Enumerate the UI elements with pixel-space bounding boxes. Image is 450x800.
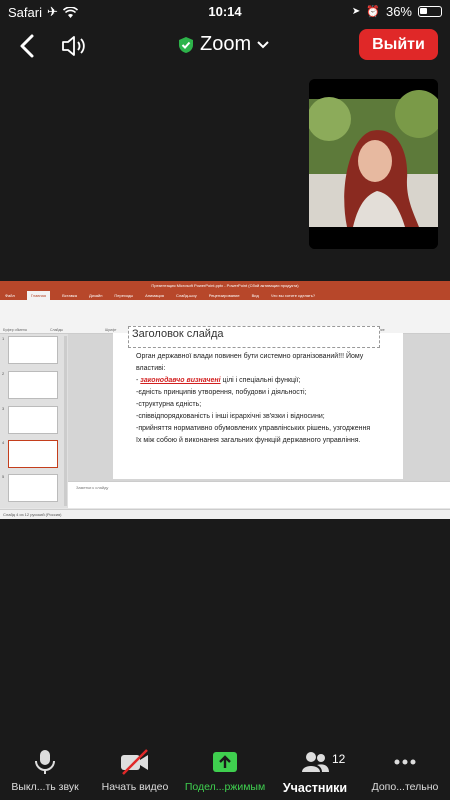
slide-thumbnail (8, 406, 58, 434)
ribbon-tab: Вставка (62, 293, 77, 298)
slide-thumbnail-selected (8, 440, 58, 468)
share-screen-icon (213, 752, 237, 772)
participant-video-thumbnail[interactable] (309, 79, 438, 249)
microphone-icon (35, 750, 55, 774)
slide-thumbnail (8, 474, 58, 502)
alarm-icon: ⏰ (366, 6, 380, 18)
ribbon-tab: Файл (5, 293, 15, 298)
ios-status-bar: Safari ✈ 10:14 ➤ ⏰ 36% (0, 0, 450, 24)
chevron-left-icon (20, 34, 34, 58)
participant-video-image (309, 79, 438, 249)
ribbon-search: Что вы хотите сделать? (270, 293, 316, 298)
slide-number: 4 (2, 440, 5, 445)
ribbon-tab: Слайд-шоу (175, 293, 197, 298)
slide-notes: Заметки к слайду (68, 481, 450, 508)
slide-number: 5 (2, 474, 5, 479)
slide-thumbnails-pane: 1 2 3 4 5 (0, 334, 68, 508)
meeting-title: Zoom (200, 33, 252, 55)
ribbon-tab-active: Главная (26, 291, 51, 300)
thumbnails-scrollbar (64, 336, 67, 506)
battery-icon (418, 6, 442, 17)
status-right: ➤ ⏰ 36% (352, 4, 442, 19)
participants-icon (302, 752, 329, 772)
ribbon-tab: Переходы (114, 293, 134, 298)
participants-count-badge: 12 (332, 752, 346, 766)
speaker-muted-icon (62, 36, 85, 56)
ribbon-tab: Рецензирование (208, 293, 240, 298)
powerpoint-status-bar: Слайд 4 из 12 русский (Россия) (0, 509, 450, 519)
mute-label: Выкл...ть звук (11, 781, 79, 793)
mute-button[interactable]: Выкл...ть звук (0, 748, 90, 793)
more-button[interactable]: Допо...тельно (360, 748, 450, 793)
meeting-controls: Выкл...ть звук Начать видео Подел...ржим… (0, 740, 450, 800)
more-dots-icon (394, 759, 416, 765)
slide-number: 1 (2, 336, 5, 341)
ribbon-group-label: Слайды (50, 328, 64, 332)
powerpoint-ribbon-tabs: Файл Главная Вставка Дизайн Переходы Ани… (0, 291, 450, 300)
slide-intro: Орган державної влади повинен бути систе… (136, 353, 364, 372)
location-icon: ➤ (351, 6, 361, 17)
slide-thumbnail (8, 336, 58, 364)
ribbon-tab: Дизайн (88, 293, 103, 298)
participants-label: Участники (282, 781, 348, 795)
slide-highlight: законодавчо визначені (140, 377, 221, 384)
slide-bullet: -єдність принципів утворення, побудови і… (136, 389, 307, 396)
meeting-top-bar: Zoom Выйти (0, 24, 450, 70)
share-content-button[interactable]: Подел...ржимым (180, 748, 270, 793)
slide-bullet-rest: цілі і спеціальні функції; (220, 377, 301, 384)
ribbon-tab: Анимация (145, 293, 164, 298)
slide-bullet: -прийняття нормативно обумовлених управл… (136, 425, 371, 444)
participants-button[interactable]: Участники (270, 748, 360, 795)
slide-number: 2 (2, 371, 5, 376)
chevron-down-icon (257, 40, 269, 48)
slide-body-text: Орган державної влади повинен бути систе… (136, 351, 376, 447)
slide-heading: Заголовок слайда (132, 328, 224, 340)
leave-button[interactable]: Выйти (359, 29, 438, 60)
share-content-label: Подел...ржимым (184, 781, 266, 793)
more-label: Допо...тельно (371, 781, 439, 793)
video-off-icon (121, 749, 148, 775)
speaker-button[interactable] (60, 32, 90, 60)
slide-number: 3 (2, 406, 5, 411)
ribbon-group-label: Шрифт (105, 328, 117, 332)
ribbon-tab: Вид (251, 293, 259, 298)
slide-thumbnail (8, 371, 58, 399)
ribbon-group-label: Буфер обмена (3, 328, 27, 332)
powerpoint-title-bar: Презентация Microsoft PowerPoint.pptx - … (0, 281, 450, 291)
slide-bullet: -співвідпорядкованість і інші ієрархічні… (136, 413, 325, 420)
start-video-button[interactable]: Начать видео (90, 748, 180, 793)
slide-bullet: -структурна єдність; (136, 401, 202, 408)
meeting-title-dropdown[interactable]: Zoom (178, 33, 269, 56)
shield-check-icon (179, 36, 193, 53)
start-video-label: Начать видео (101, 781, 169, 793)
back-button[interactable] (14, 32, 42, 60)
shared-screen[interactable]: Презентация Microsoft PowerPoint.pptx - … (0, 281, 450, 519)
slide-bullet: - законодавчо визначені цілі і спеціальн… (136, 377, 301, 384)
battery-percent: 36% (385, 4, 412, 19)
